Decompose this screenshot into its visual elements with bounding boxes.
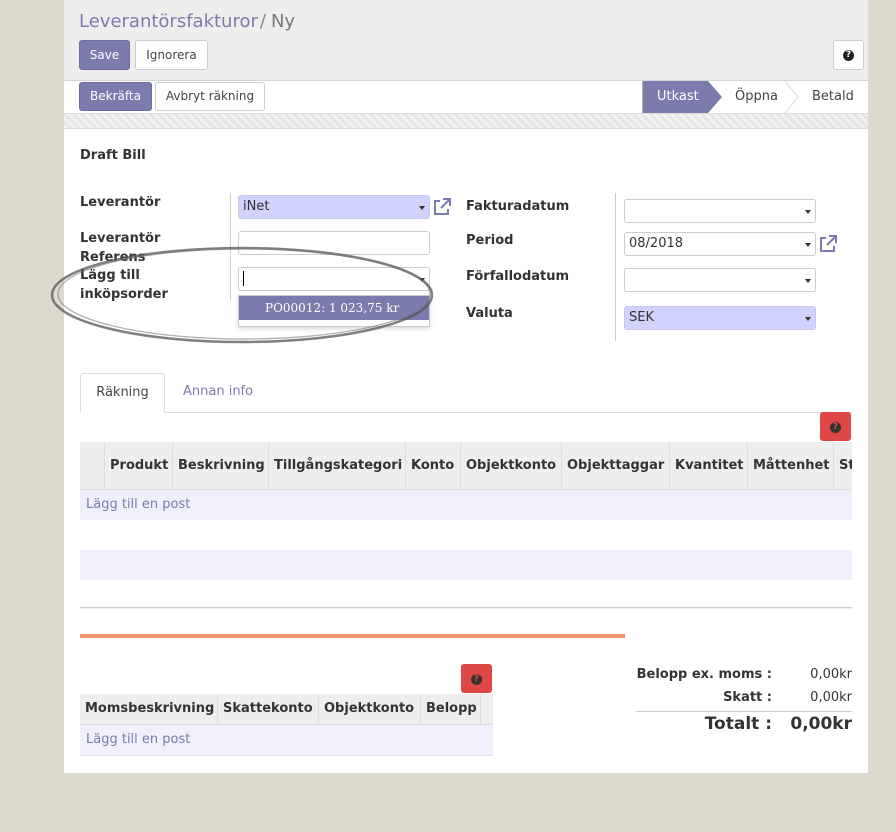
tax-amount-value: 0,00kr	[810, 690, 852, 705]
stage-paid[interactable]: Betald	[812, 81, 854, 113]
empty-row	[80, 520, 852, 551]
save-button[interactable]: Save	[79, 40, 130, 70]
cancel-bill-button[interactable]: Avbryt räkning	[155, 82, 265, 111]
column-header-analytic-account[interactable]: Objektkonto	[461, 442, 562, 489]
statusbar: Bekräfta Avbryt räkning Utkast Öppna Bet…	[64, 81, 868, 114]
invoice-date-input[interactable]	[624, 199, 816, 223]
period-value: 08/2018	[629, 236, 684, 251]
control-panel: Leverantörsfakturor / Ny Save Ignorera ?	[64, 0, 868, 81]
column-header-asset-category[interactable]: Tillgångskategori	[269, 442, 406, 489]
chevron-down-icon	[805, 243, 811, 247]
add-line-link[interactable]: Lägg till en post	[86, 490, 190, 520]
accent-separator	[80, 634, 625, 638]
empty-row	[80, 550, 852, 581]
tax-lines-header: Momsbeskrivning Skattekonto Objektkonto …	[80, 694, 493, 725]
question-icon: ?	[843, 50, 854, 61]
currency-label: Valuta	[466, 306, 513, 321]
tab-invoice-lines[interactable]: Räkning	[80, 373, 165, 413]
column-header-uom[interactable]: Måttenhet	[748, 442, 834, 489]
discard-button[interactable]: Ignorera	[135, 40, 208, 70]
total-value: 0,00kr	[790, 714, 852, 734]
column-header-analytic-tags[interactable]: Objekttaggar	[562, 442, 670, 489]
chevron-down-icon	[805, 279, 811, 283]
add-tax-line-link[interactable]: Lägg till en post	[86, 725, 190, 755]
hand-drawn-highlight-ellipse	[50, 246, 434, 344]
column-header-tax-description[interactable]: Momsbeskrivning	[80, 694, 218, 724]
vendor-label: Leverantör	[80, 195, 161, 210]
invoice-date-label: Fakturadatum	[466, 199, 570, 214]
chevron-down-icon	[805, 210, 811, 214]
stage-open[interactable]: Öppna	[735, 81, 778, 113]
due-date-input[interactable]	[624, 268, 816, 292]
help-button[interactable]: ?	[833, 40, 864, 70]
form-title: Draft Bill	[80, 148, 146, 163]
total-label: Totalt :	[704, 714, 772, 734]
question-icon: ?	[830, 422, 841, 433]
external-link-icon[interactable]	[432, 197, 452, 217]
lines-help-button[interactable]: ?	[820, 412, 851, 441]
confirm-button[interactable]: Bekräfta	[79, 82, 152, 111]
column-header-account[interactable]: Konto	[406, 442, 461, 489]
column-header-tax-account[interactable]: Skattekonto	[218, 694, 319, 724]
column-header-amount[interactable]: Belopp	[421, 694, 481, 724]
handle-column-header	[80, 442, 105, 489]
stage-draft[interactable]: Utkast	[657, 81, 699, 113]
untaxed-amount-value: 0,00kr	[810, 667, 852, 682]
sheet-top-stripe	[64, 114, 868, 129]
tax-lines-add-row: Lägg till en post	[80, 725, 493, 756]
currency-value: SEK	[629, 310, 654, 325]
totals-divider	[636, 711, 852, 712]
tax-amount-label: Skatt :	[723, 690, 772, 705]
breadcrumb-separator: /	[259, 11, 266, 32]
invoice-lines-header: Produkt Beskrivning Tillgångskategori Ko…	[80, 442, 852, 490]
empty-row	[80, 580, 852, 609]
tax-lines-table: Momsbeskrivning Skattekonto Objektkonto …	[80, 694, 493, 756]
form-sheet: Leverantörsfakturor / Ny Save Ignorera ? B…	[50, 0, 868, 773]
column-header-unit-price[interactable]: St	[834, 442, 852, 489]
breadcrumb-parent-link[interactable]: Leverantörsfakturor	[79, 11, 258, 32]
period-select[interactable]: 08/2018	[624, 232, 816, 256]
vendor-value: iNet	[243, 199, 270, 214]
period-label: Period	[466, 233, 514, 248]
breadcrumb-current: Ny	[270, 11, 296, 32]
chevron-down-icon	[419, 206, 425, 210]
chevron-down-icon	[805, 317, 811, 321]
table-scrollbar[interactable]	[80, 607, 852, 609]
invoice-lines-add-row: Lägg till en post	[80, 490, 852, 521]
column-header-quantity[interactable]: Kvantitet	[670, 442, 748, 489]
tab-other-info[interactable]: Annan info	[183, 373, 253, 412]
external-link-icon[interactable]	[818, 234, 838, 254]
column-header-product[interactable]: Produkt	[105, 442, 173, 489]
notebook-tabs: Räkning Annan info	[80, 373, 852, 413]
vendor-select[interactable]: iNet	[238, 195, 430, 219]
currency-select[interactable]: SEK	[624, 306, 816, 330]
column-header-description[interactable]: Beskrivning	[173, 442, 269, 489]
tax-help-button[interactable]: ?	[461, 664, 492, 693]
column-header-analytic-account[interactable]: Objektkonto	[319, 694, 421, 724]
invoice-lines-table: Produkt Beskrivning Tillgångskategori Ko…	[80, 442, 852, 609]
question-icon: ?	[471, 674, 482, 685]
breadcrumb: Leverantörsfakturor / Ny	[79, 11, 295, 32]
right-group-divider	[615, 193, 616, 341]
due-date-label: Förfallodatum	[466, 269, 570, 284]
untaxed-amount-label: Belopp ex. moms :	[636, 667, 772, 682]
